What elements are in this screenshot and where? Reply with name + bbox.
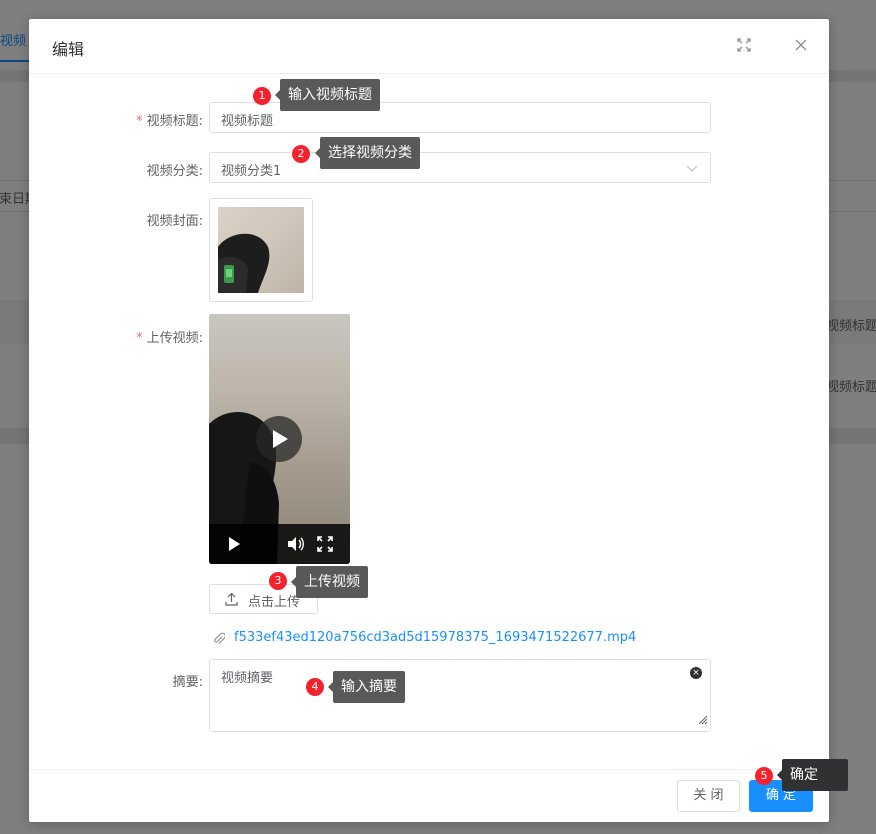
title-input-value: 视频标题 xyxy=(221,114,274,129)
tour-step-3-badge: 3 xyxy=(269,572,287,590)
dialog-footer-divider xyxy=(29,769,829,770)
tour-step-4-badge: 4 xyxy=(306,678,324,696)
clear-icon[interactable]: × xyxy=(690,667,702,679)
fullscreen-video-icon[interactable] xyxy=(317,536,333,556)
volume-icon[interactable] xyxy=(287,536,305,556)
play-icon[interactable] xyxy=(256,416,302,462)
tour-step-5-tip: 确定 xyxy=(777,759,848,791)
category-select-value: 视频分类1 xyxy=(221,164,282,179)
upload-icon xyxy=(225,592,238,610)
tour-step-1-tip: 输入视频标题 xyxy=(275,79,380,111)
summary-label: 摘要: xyxy=(172,675,203,690)
dialog-header: 编辑 xyxy=(29,19,829,74)
close-icon[interactable] xyxy=(793,37,811,55)
tour-step-4-tip: 输入摘要 xyxy=(328,671,405,703)
summary-value: 视频摘要 xyxy=(221,671,274,686)
upload-button-label: 点击上传 xyxy=(248,595,301,610)
paperclip-icon xyxy=(213,632,226,649)
tour-step-3-tip: 上传视频 xyxy=(291,566,368,598)
play-control-icon[interactable] xyxy=(226,536,242,556)
tour-step-2-badge: 2 xyxy=(292,145,310,163)
cover-upload[interactable] xyxy=(209,198,313,302)
tour-step-2-tip: 选择视频分类 xyxy=(315,137,420,169)
video-label: * 上传视频: xyxy=(136,331,203,346)
video-controls xyxy=(209,524,350,564)
edit-dialog: 编辑 * 视频标题: 视频标题 视频分类: 视频分类1 视频封面: * 上传视频… xyxy=(29,19,829,822)
category-select[interactable]: 视频分类1 xyxy=(209,152,711,183)
tour-step-1-badge: 1 xyxy=(253,87,271,105)
category-label: 视频分类: xyxy=(146,164,203,179)
resize-handle-icon[interactable] xyxy=(696,713,708,729)
cover-image xyxy=(218,207,304,293)
summary-textarea[interactable]: 视频摘要 × xyxy=(209,659,711,732)
uploaded-file-link[interactable]: f533ef43ed120a756cd3ad5d15978375_1693471… xyxy=(234,630,636,645)
cover-label: 视频封面: xyxy=(146,214,203,229)
fullscreen-icon[interactable] xyxy=(736,37,754,55)
title-label: * 视频标题: xyxy=(136,114,203,129)
tour-step-5-badge: 5 xyxy=(755,767,773,785)
chevron-down-icon xyxy=(686,162,698,178)
video-player[interactable] xyxy=(209,314,350,564)
close-button[interactable]: 关 闭 xyxy=(677,780,740,812)
dialog-title: 编辑 xyxy=(52,40,85,59)
